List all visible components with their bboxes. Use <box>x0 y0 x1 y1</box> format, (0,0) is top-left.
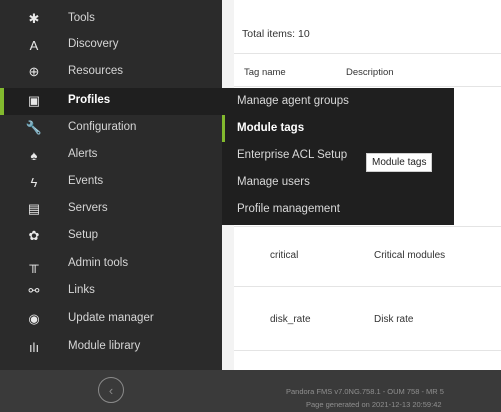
sidebar-item-tools[interactable]: ✱ Tools <box>0 6 222 33</box>
divider <box>234 350 501 351</box>
admin-tools-icon: ╥ <box>29 256 39 272</box>
column-header-description[interactable]: Description <box>346 67 394 78</box>
active-indicator <box>0 88 4 115</box>
chevron-left-icon: ‹ <box>108 382 114 398</box>
sidebar-item-label: Discovery <box>68 38 119 50</box>
sidebar-item-label: Admin tools <box>68 257 129 269</box>
sidebar-item-label: Links <box>68 284 95 296</box>
divider <box>234 226 501 227</box>
collapse-sidebar-button[interactable]: ‹ <box>98 377 124 403</box>
sidebar-item-label: Configuration <box>68 121 137 133</box>
bell-icon: ♠ <box>30 147 38 163</box>
sidebar-item-label: Tools <box>68 12 95 24</box>
sidebar-item-label: Events <box>68 175 104 187</box>
gear-icon: ✿ <box>28 228 40 243</box>
events-icon: ϟ <box>30 174 38 190</box>
sidebar: ✱ Tools A Discovery ⊕ Resources ▣ Profil… <box>0 0 222 412</box>
sidebar-item-update-manager[interactable]: ◉ Update manager <box>0 306 222 333</box>
sidebar-item-configuration[interactable]: 🔧 Configuration <box>0 115 222 142</box>
sidebar-item-alerts[interactable]: ♠ Alerts <box>0 142 222 169</box>
tag-name-cell[interactable]: disk_rate <box>270 314 311 325</box>
sidebar-item-label: Setup <box>68 229 99 241</box>
sidebar-footer: ‹ <box>0 370 222 412</box>
wrench-icon: 🔧 <box>25 120 43 135</box>
update-icon: ◉ <box>28 311 40 326</box>
sidebar-item-label: Servers <box>68 202 108 214</box>
submenu-item-label: Enterprise ACL Setup <box>237 149 348 161</box>
submenu-item-label: Profile management <box>237 203 340 215</box>
submenu-item-label: Manage users <box>237 176 310 188</box>
sidebar-item-label: Update manager <box>68 312 154 324</box>
total-items: Total items: 10 <box>242 28 310 40</box>
sidebar-item-resources[interactable]: ⊕ Resources <box>0 59 222 86</box>
tooltip: Module tags <box>366 153 433 172</box>
tools-icon: ✱ <box>28 11 40 26</box>
generated-text: Page generated on 2021-12-13 20:59:42 <box>306 400 442 409</box>
submenu-item-module-tags[interactable]: Module tags <box>222 115 454 142</box>
sidebar-item-events[interactable]: ϟ Events <box>0 169 222 196</box>
divider <box>234 286 501 287</box>
active-indicator <box>222 115 225 142</box>
submenu-item-label: Manage agent groups <box>237 95 349 107</box>
version-text: Pandora FMS v7.0NG.758.1 - OUM 758 - MR … <box>286 387 444 396</box>
sidebar-item-links[interactable]: ⚯ Links <box>0 278 222 305</box>
submenu-item-label: Module tags <box>237 122 305 134</box>
column-header-tag-name[interactable]: Tag name <box>244 67 286 78</box>
divider <box>234 53 501 54</box>
submenu-item-manage-agent-groups[interactable]: Manage agent groups <box>222 88 454 115</box>
sidebar-item-label: Module library <box>68 340 141 352</box>
library-icon: ılı <box>28 339 40 355</box>
submenu-item-manage-users[interactable]: Manage users <box>222 169 454 196</box>
sidebar-item-admin-tools[interactable]: ╥ Admin tools <box>0 251 222 278</box>
tag-name-cell[interactable]: critical <box>270 250 298 261</box>
sidebar-item-setup[interactable]: ✿ Setup <box>0 223 222 250</box>
sidebar-item-label: Profiles <box>68 94 111 106</box>
sidebar-item-label: Resources <box>68 65 123 77</box>
submenu-item-profile-management[interactable]: Profile management <box>222 196 454 223</box>
links-icon: ⚯ <box>28 283 40 298</box>
discovery-icon: A <box>29 37 39 53</box>
divider <box>234 86 501 87</box>
sidebar-item-discovery[interactable]: A Discovery <box>0 32 222 59</box>
sidebar-item-label: Alerts <box>68 148 98 160</box>
resources-icon: ⊕ <box>28 64 40 79</box>
sidebar-item-module-library[interactable]: ılı Module library <box>0 334 222 361</box>
tag-description-cell: Disk rate <box>374 314 414 325</box>
sidebar-item-profiles[interactable]: ▣ Profiles <box>0 88 222 115</box>
page-footer: Pandora FMS v7.0NG.758.1 - OUM 758 - MR … <box>222 370 501 412</box>
tag-description-cell: Critical modules <box>374 250 446 261</box>
sidebar-item-servers[interactable]: ▤ Servers <box>0 196 222 223</box>
server-icon: ▤ <box>27 201 41 216</box>
profiles-icon: ▣ <box>27 93 41 108</box>
